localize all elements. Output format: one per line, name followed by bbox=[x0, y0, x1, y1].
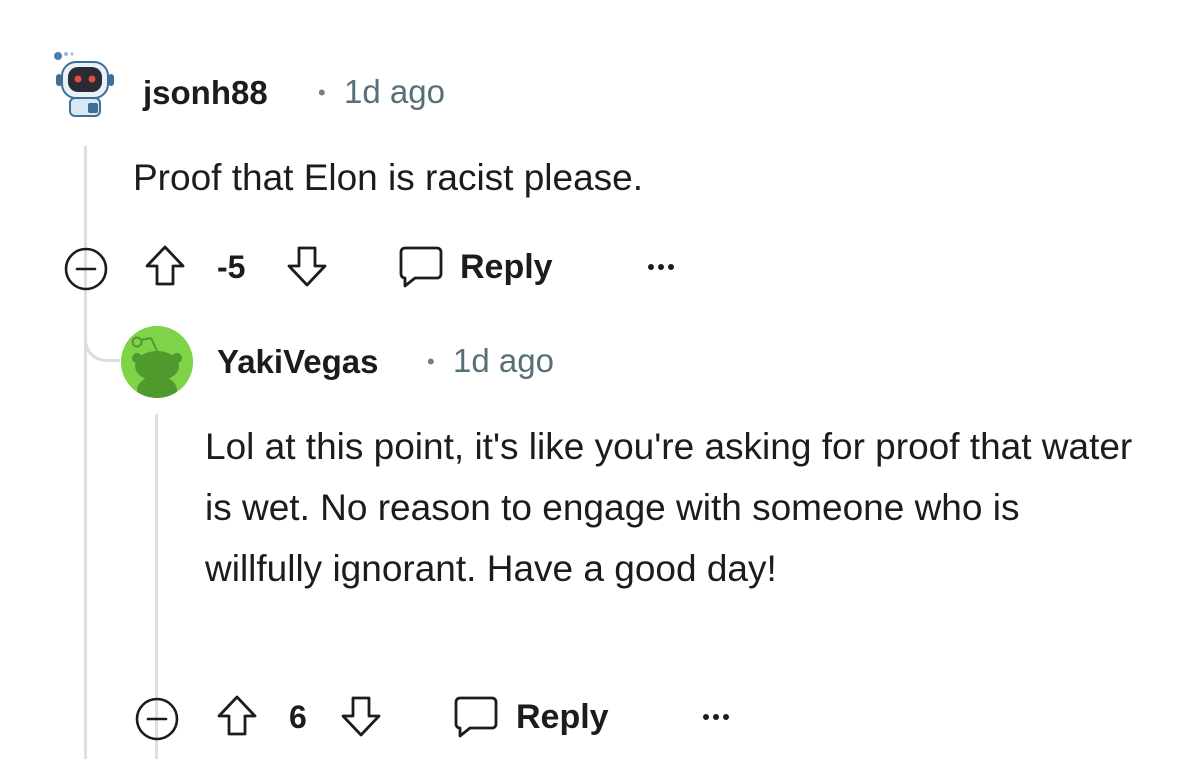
reply-button[interactable]: Reply bbox=[516, 698, 609, 737]
meta-separator: • bbox=[318, 80, 326, 105]
upvote-icon[interactable] bbox=[215, 693, 259, 739]
reply-bubble-icon[interactable] bbox=[397, 244, 445, 290]
meta-separator: • bbox=[427, 349, 435, 374]
user-avatar[interactable] bbox=[52, 52, 116, 122]
vote-score: 6 bbox=[289, 699, 307, 735]
reply-button[interactable]: Reply bbox=[460, 248, 553, 287]
upvote-icon[interactable] bbox=[143, 243, 187, 289]
downvote-icon[interactable] bbox=[339, 693, 383, 739]
comment-timestamp[interactable]: 1d ago bbox=[344, 73, 445, 111]
comment-body: Proof that Elon is racist please. bbox=[133, 157, 644, 198]
comment-timestamp[interactable]: 1d ago bbox=[453, 342, 554, 380]
collapse-icon[interactable] bbox=[133, 695, 181, 743]
snoo-avatar-icon bbox=[121, 326, 193, 398]
comment-body: Lol at this point, it's like you're aski… bbox=[205, 426, 1133, 589]
comment-username[interactable]: jsonh88 bbox=[143, 74, 268, 112]
more-options-icon[interactable] bbox=[648, 264, 674, 270]
comment-username[interactable]: YakiVegas bbox=[217, 343, 378, 381]
thread-line-root bbox=[84, 146, 87, 759]
user-avatar[interactable] bbox=[121, 326, 193, 398]
more-options-icon[interactable] bbox=[703, 714, 729, 720]
robot-avatar-icon bbox=[54, 52, 114, 117]
collapse-icon[interactable] bbox=[62, 245, 110, 293]
reply-bubble-icon[interactable] bbox=[452, 694, 500, 740]
vote-score: -5 bbox=[217, 249, 246, 285]
downvote-icon[interactable] bbox=[285, 243, 329, 289]
thread-elbow-reply bbox=[84, 300, 120, 362]
